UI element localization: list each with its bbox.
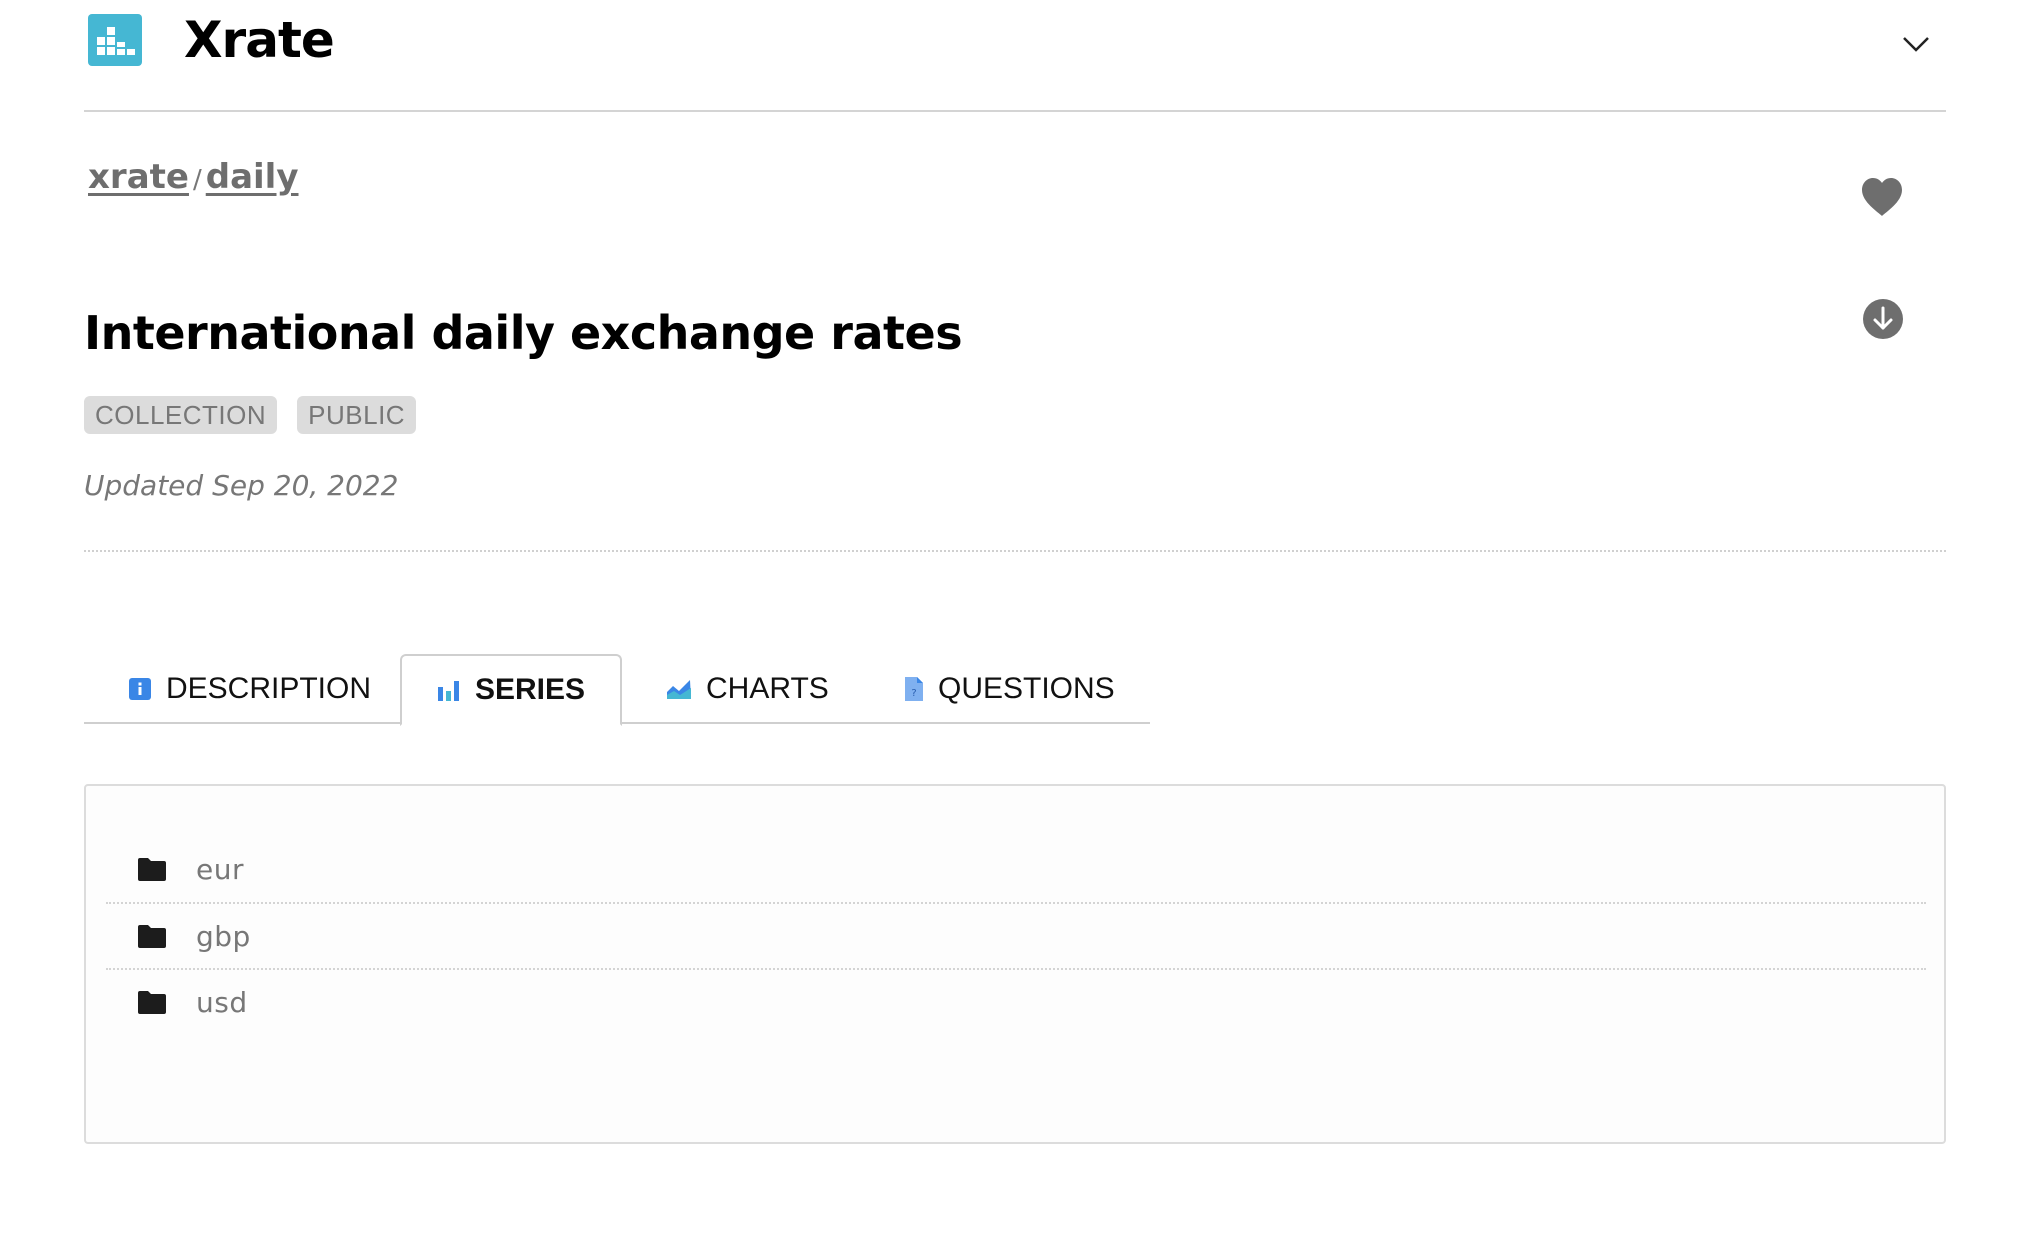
- bar-chart-logo-icon[interactable]: [88, 14, 142, 66]
- app-header: Xrate: [84, 0, 1946, 112]
- folder-icon: [138, 991, 166, 1014]
- tab-charts[interactable]: CHARTS: [666, 654, 829, 724]
- breadcrumb: xrate / daily: [88, 152, 299, 205]
- bar-chart-icon: [437, 681, 459, 701]
- series-list: eur gbp usd: [106, 836, 1926, 1034]
- tab-series-label: SERIES: [474, 673, 586, 706]
- breadcrumb-separator: /: [192, 165, 202, 195]
- series-item-usd[interactable]: usd: [106, 968, 1926, 1034]
- folder-icon: [138, 858, 166, 881]
- heart-icon[interactable]: [1860, 176, 1904, 220]
- tab-questions[interactable]: ? QUESTIONS: [902, 654, 1115, 724]
- chevron-down-icon[interactable]: [1898, 26, 1934, 62]
- series-name: gbp: [196, 919, 251, 953]
- question-document-icon: ?: [905, 677, 923, 701]
- area-chart-icon: [667, 680, 691, 699]
- series-item-eur[interactable]: eur: [106, 836, 1926, 902]
- tab-charts-label: CHARTS: [706, 672, 829, 705]
- page-title: International daily exchange rates: [84, 306, 963, 360]
- series-name: eur: [196, 852, 244, 886]
- tab-description-label: DESCRIPTION: [166, 672, 372, 705]
- series-panel: eur gbp usd: [84, 784, 1946, 1144]
- svg-text:?: ?: [911, 688, 916, 699]
- download-icon[interactable]: [1862, 298, 1904, 340]
- tab-series[interactable]: SERIES: [400, 654, 622, 726]
- breadcrumb-link-daily[interactable]: daily: [206, 157, 299, 197]
- tab-bar: DESCRIPTION SERIES CHARTS ? QUESTIONS: [84, 654, 1150, 726]
- section-divider: [84, 550, 1946, 552]
- tab-description[interactable]: DESCRIPTION: [128, 654, 371, 724]
- breadcrumb-link-xrate[interactable]: xrate: [88, 157, 189, 197]
- badge-group: COLLECTION PUBLIC: [84, 396, 417, 434]
- info-icon: [129, 678, 151, 700]
- series-item-gbp[interactable]: gbp: [106, 902, 1926, 968]
- collection-badge: COLLECTION: [84, 396, 278, 434]
- updated-date: Updated Sep 20, 2022: [84, 469, 399, 502]
- series-name: usd: [196, 985, 248, 1019]
- folder-icon: [138, 925, 166, 948]
- tab-questions-label: QUESTIONS: [938, 672, 1115, 705]
- public-badge: PUBLIC: [297, 396, 417, 434]
- app-title[interactable]: Xrate: [184, 6, 335, 74]
